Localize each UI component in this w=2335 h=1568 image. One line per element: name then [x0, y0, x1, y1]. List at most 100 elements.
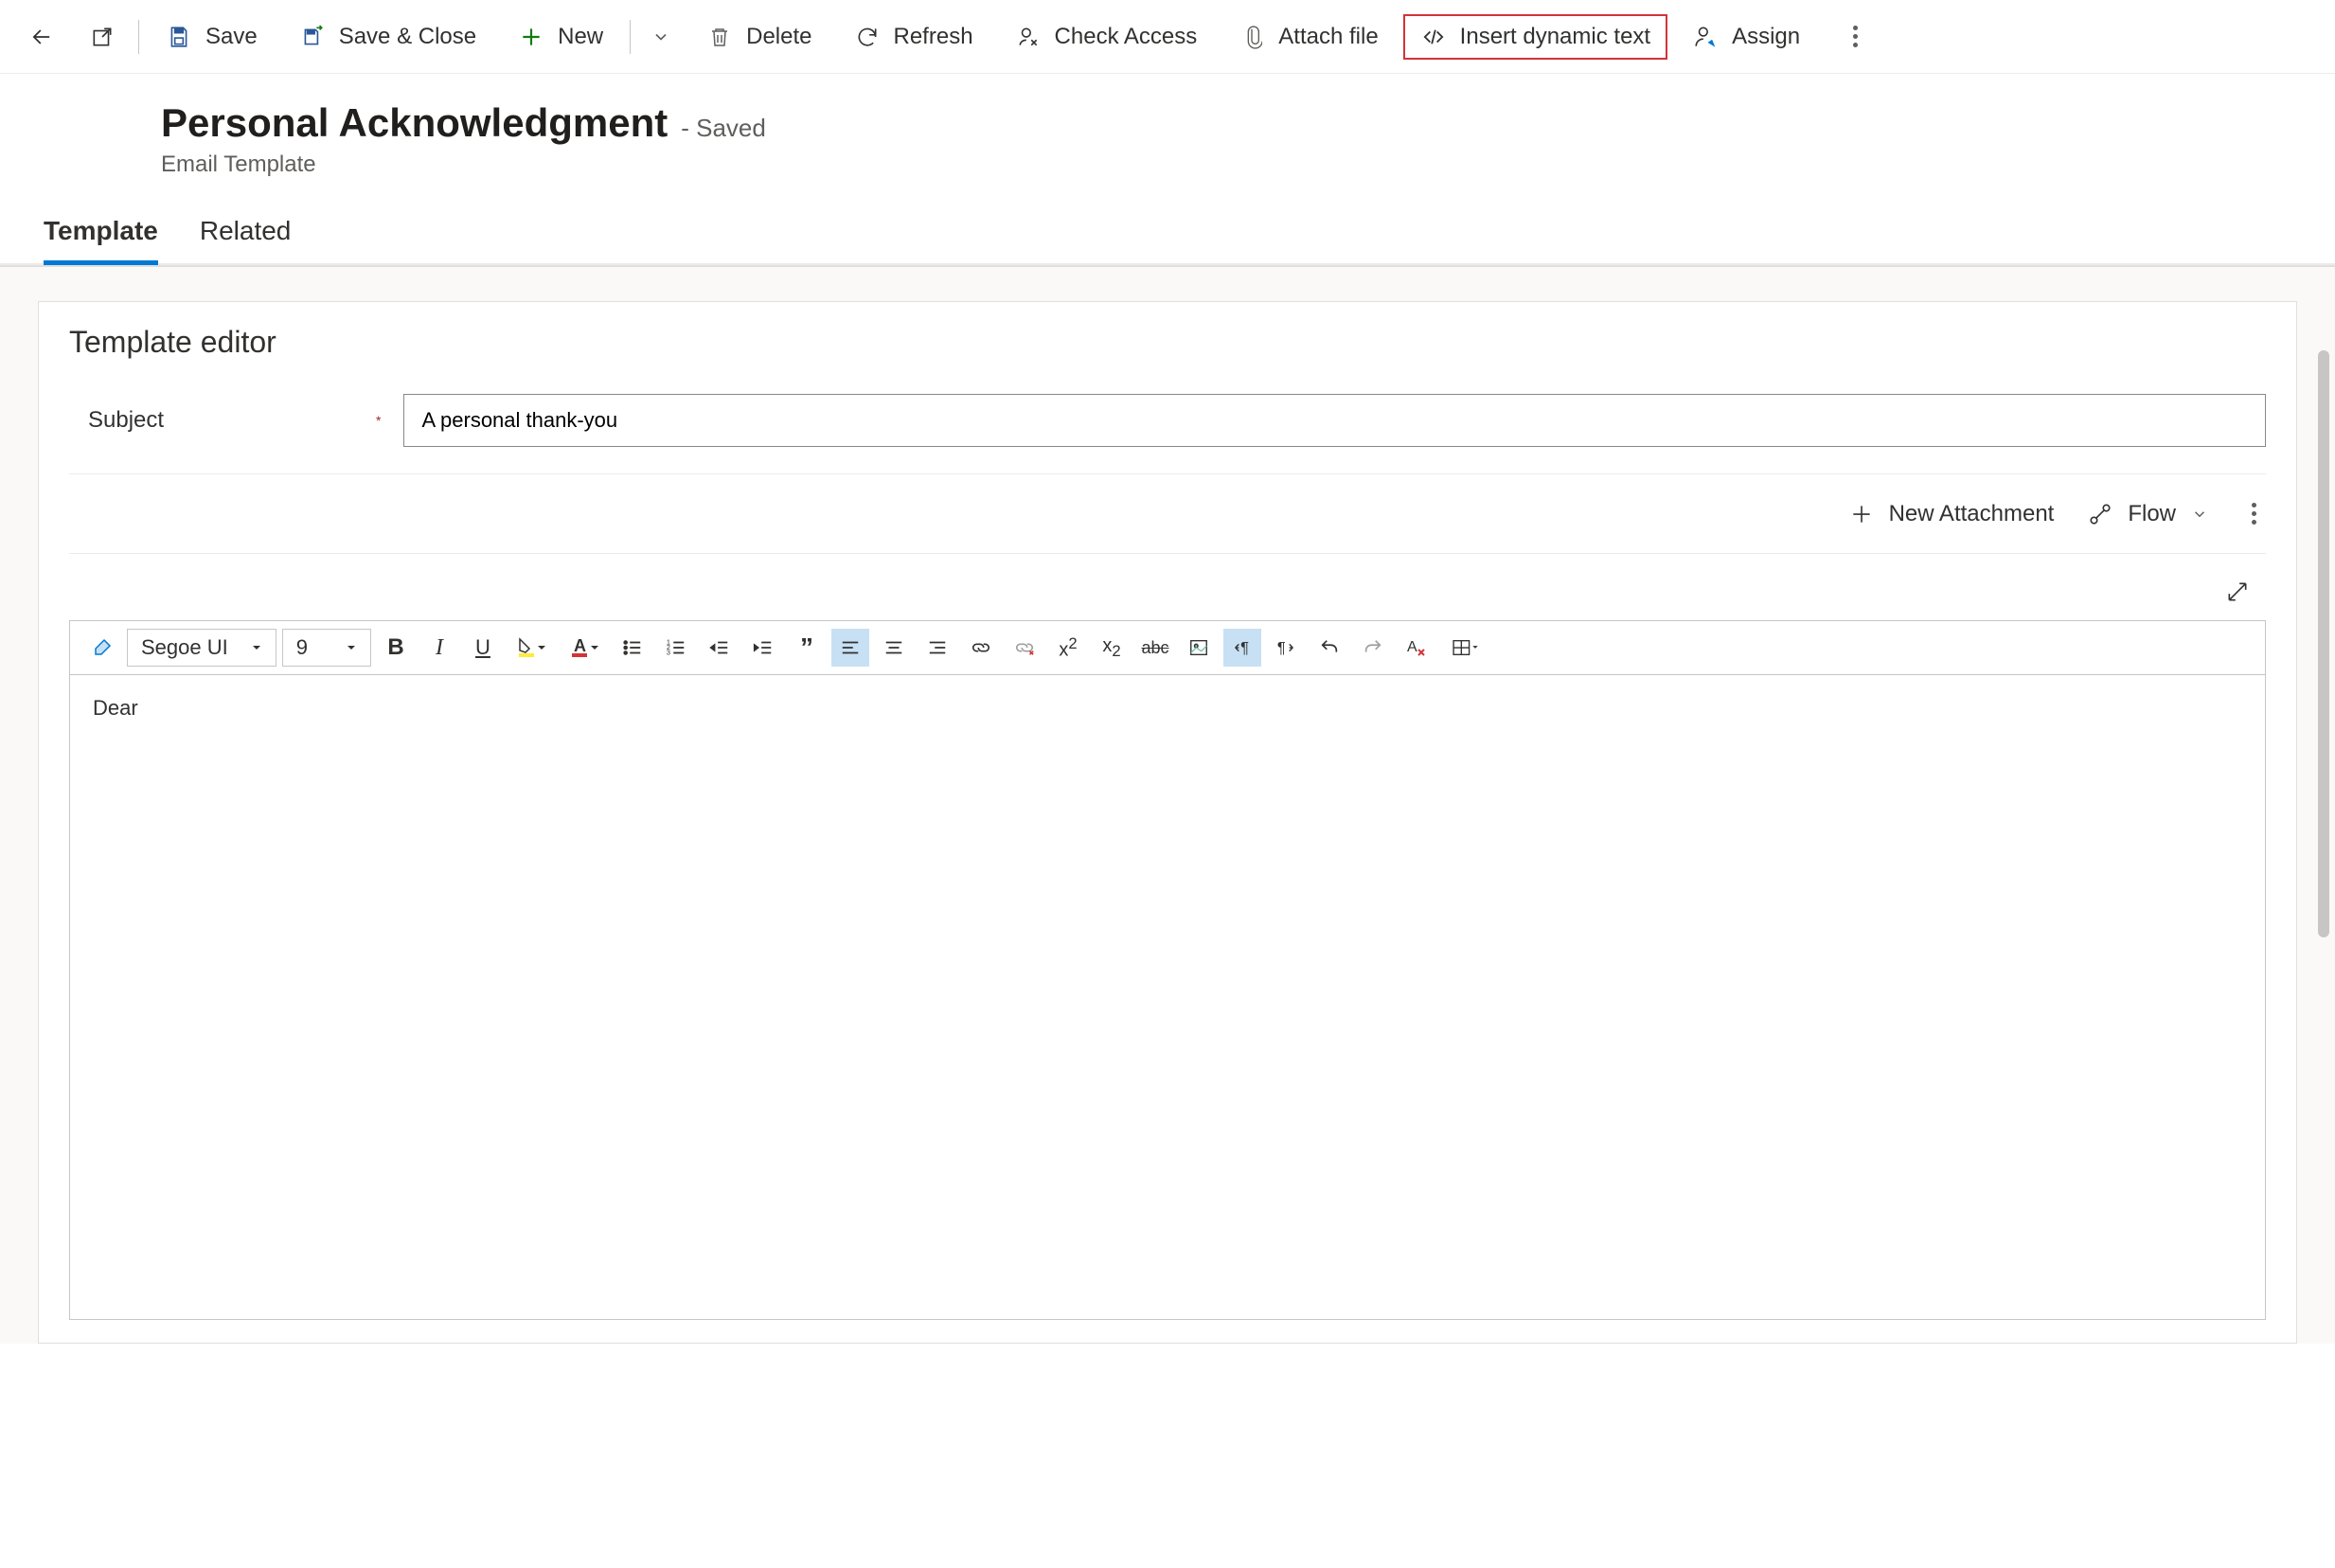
assign-icon [1692, 24, 1719, 50]
svg-text:A: A [1407, 639, 1417, 655]
numbered-list-button[interactable]: 123 [657, 629, 695, 667]
subject-input[interactable] [403, 394, 2266, 447]
chevron-down-icon [648, 24, 674, 50]
refresh-icon [854, 24, 881, 50]
svg-text:A: A [574, 636, 586, 655]
new-button[interactable]: New [501, 14, 620, 60]
align-center-icon [883, 637, 904, 658]
delete-label: Delete [746, 24, 811, 50]
rich-text-editor: Segoe UI 9 B I U A [69, 620, 2266, 1320]
save-close-button[interactable]: Save & Close [282, 14, 493, 60]
command-overflow-button[interactable] [1844, 16, 1867, 57]
redo-icon [1363, 637, 1383, 658]
back-button[interactable] [15, 14, 68, 60]
rtl-button[interactable]: ¶ [1267, 629, 1305, 667]
bold-icon: B [387, 634, 403, 661]
highlight-button[interactable] [508, 629, 555, 667]
entity-type-label: Email Template [161, 151, 2297, 178]
new-chevron-button[interactable] [640, 14, 682, 60]
outdent-icon [709, 637, 730, 658]
clear-format-button[interactable]: A [1398, 629, 1435, 667]
attachment-overflow-button[interactable] [2242, 493, 2266, 534]
svg-text:¶: ¶ [1240, 640, 1249, 657]
bullet-list-button[interactable] [614, 629, 651, 667]
save-close-label: Save & Close [339, 24, 476, 50]
font-size-select[interactable]: 9 [282, 629, 371, 667]
insert-image-button[interactable] [1180, 629, 1218, 667]
table-button[interactable] [1441, 629, 1488, 667]
paperclip-icon [1239, 24, 1265, 50]
bullet-list-icon [622, 637, 643, 658]
assign-button[interactable]: Assign [1675, 14, 1817, 60]
link-icon [970, 637, 992, 658]
indent-icon [753, 637, 774, 658]
numbered-list-icon: 123 [666, 637, 686, 658]
font-name-select[interactable]: Segoe UI [127, 629, 276, 667]
assign-label: Assign [1732, 24, 1800, 50]
save-button[interactable]: Save [149, 14, 275, 60]
paintbrush-icon [91, 636, 114, 659]
popout-button[interactable] [76, 14, 129, 60]
strikethrough-button[interactable]: abc [1136, 629, 1174, 667]
separator [138, 20, 139, 54]
tab-related[interactable]: Related [200, 216, 292, 263]
popout-icon [89, 24, 116, 50]
ltr-button[interactable]: ¶ [1223, 629, 1261, 667]
expand-editor-button[interactable] [2219, 573, 2256, 611]
svg-text:¶: ¶ [1277, 640, 1286, 657]
redo-button[interactable] [1354, 629, 1392, 667]
clear-format-icon: A [1405, 636, 1428, 659]
outdent-button[interactable] [701, 629, 739, 667]
italic-icon: I [436, 635, 443, 661]
link-button[interactable] [962, 629, 1000, 667]
expand-icon [2225, 579, 2250, 604]
vertical-scrollbar[interactable] [2318, 350, 2329, 937]
save-label: Save [205, 24, 258, 50]
content-area: Template editor Subject * New Attachment… [0, 265, 2335, 1344]
italic-button[interactable]: I [420, 629, 458, 667]
new-attachment-button[interactable]: New Attachment [1849, 501, 2055, 527]
check-access-label: Check Access [1055, 24, 1198, 50]
subscript-button[interactable]: x2 [1093, 629, 1131, 667]
attach-file-label: Attach file [1278, 24, 1378, 50]
undo-button[interactable] [1310, 629, 1348, 667]
trash-icon [706, 24, 733, 50]
table-icon [1451, 637, 1479, 658]
align-right-icon [927, 637, 948, 658]
insert-dynamic-text-button[interactable]: Insert dynamic text [1403, 14, 1667, 60]
unlink-button[interactable] [1006, 629, 1043, 667]
chevron-down-icon [2191, 506, 2208, 523]
attach-file-button[interactable]: Attach file [1221, 14, 1395, 60]
indent-button[interactable] [744, 629, 782, 667]
tab-template[interactable]: Template [44, 216, 158, 263]
arrow-left-icon [28, 24, 55, 50]
subscript-icon: x2 [1102, 635, 1120, 661]
align-center-button[interactable] [875, 629, 913, 667]
font-color-button[interactable]: A [561, 629, 608, 667]
tab-list: Template Related [0, 178, 2335, 265]
align-left-button[interactable] [831, 629, 869, 667]
bold-button[interactable]: B [377, 629, 415, 667]
check-access-icon [1015, 24, 1042, 50]
save-status: - Saved [681, 114, 766, 143]
code-icon [1420, 24, 1447, 50]
underline-button[interactable]: U [464, 629, 502, 667]
superscript-button[interactable]: x2 [1049, 629, 1087, 667]
blockquote-button[interactable]: ” [788, 629, 826, 667]
format-painter-button[interactable] [83, 629, 121, 667]
separator [630, 20, 631, 54]
align-left-icon [840, 637, 861, 658]
plus-icon [518, 24, 544, 50]
unlink-icon [1013, 637, 1036, 658]
editor-body[interactable]: Dear [70, 675, 2265, 1319]
highlight-icon [517, 636, 545, 659]
refresh-button[interactable]: Refresh [837, 14, 990, 60]
delete-button[interactable]: Delete [689, 14, 829, 60]
rte-toolbar: Segoe UI 9 B I U A [70, 621, 2265, 675]
font-color-icon: A [570, 636, 598, 659]
flow-button[interactable]: Flow [2088, 501, 2208, 527]
check-access-button[interactable]: Check Access [998, 14, 1215, 60]
page-title: Personal Acknowledgment [161, 100, 668, 146]
superscript-icon: x2 [1059, 634, 1077, 662]
align-right-button[interactable] [918, 629, 956, 667]
